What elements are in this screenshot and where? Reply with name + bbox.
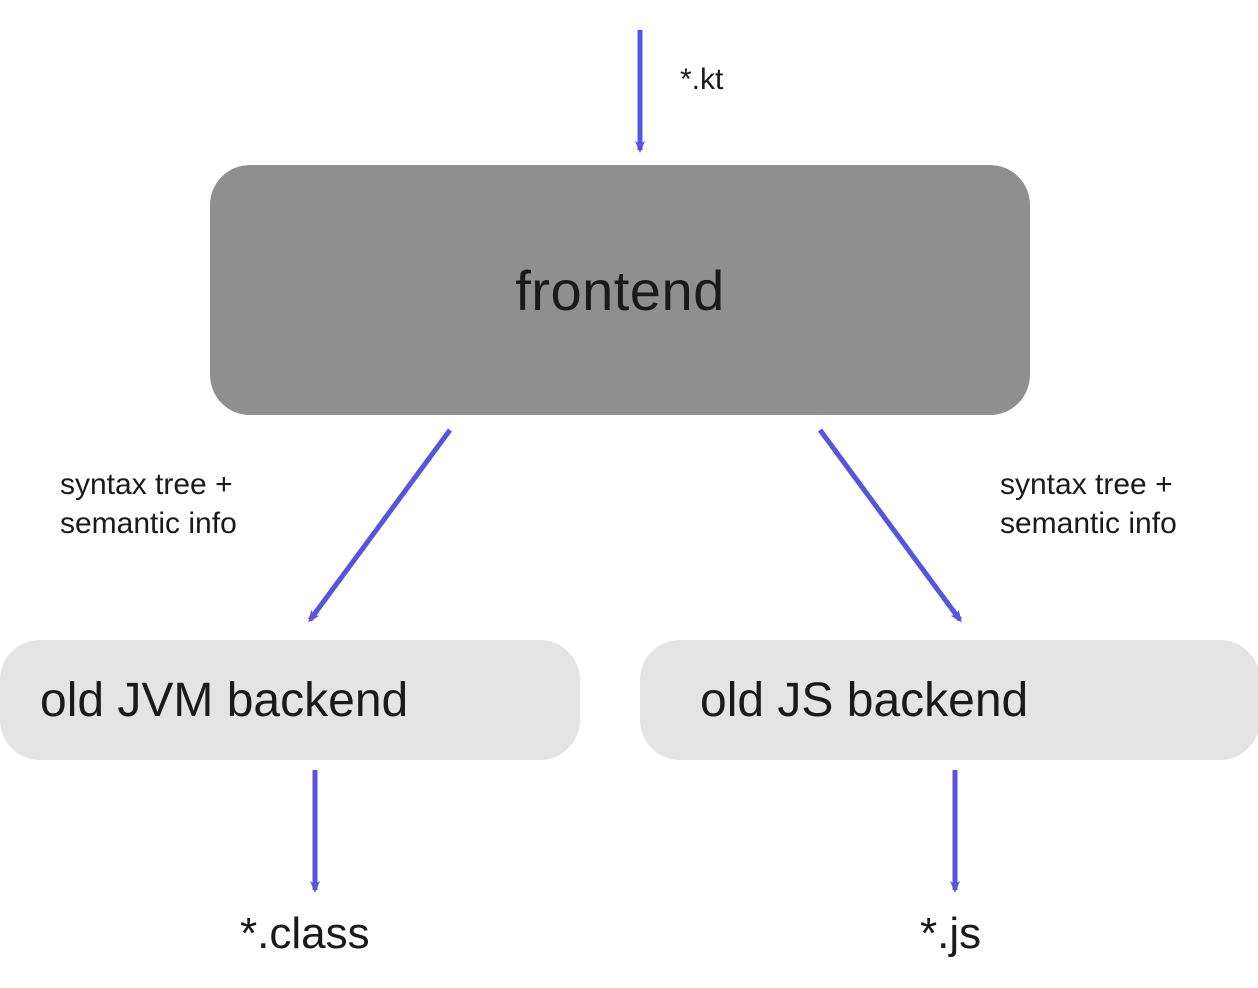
output-jvm-label: *.class (240, 905, 370, 962)
diagram-canvas: *.kt frontend syntax tree + semantic inf… (0, 0, 1258, 988)
arrow-to-js (820, 430, 960, 620)
edge-label-js: syntax tree + semantic info (1000, 465, 1230, 543)
output-js-label: *.js (920, 905, 981, 962)
frontend-node: frontend (210, 165, 1030, 415)
jvm-backend-node: old JVM backend (0, 640, 580, 760)
input-source-label: *.kt (680, 60, 723, 99)
arrow-to-jvm (310, 430, 450, 620)
jvm-backend-node-label: old JVM backend (40, 673, 408, 728)
js-backend-node: old JS backend (640, 640, 1258, 760)
frontend-node-label: frontend (515, 258, 725, 323)
edge-label-jvm: syntax tree + semantic info (60, 465, 290, 543)
js-backend-node-label: old JS backend (700, 673, 1028, 728)
